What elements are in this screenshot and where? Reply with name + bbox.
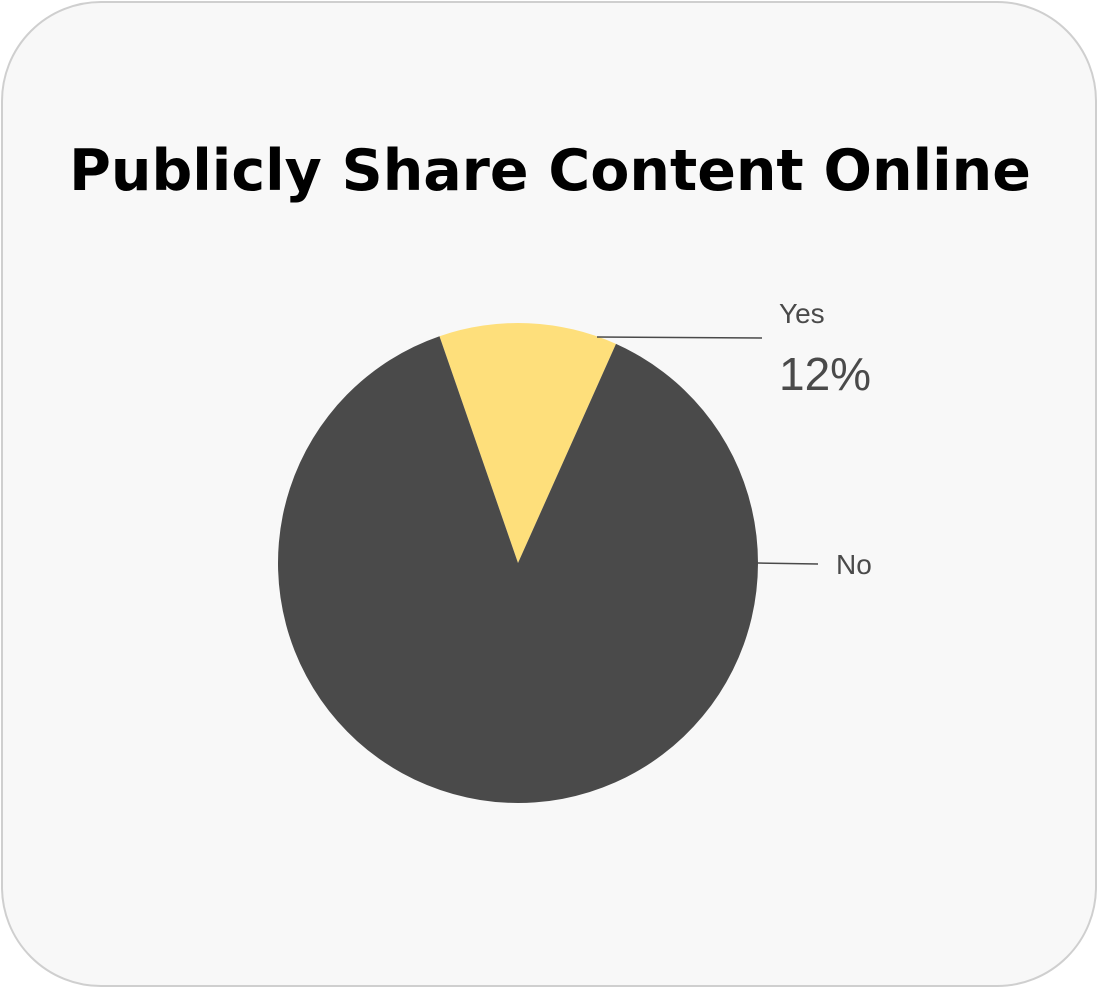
slice-label-yes: Yes [779, 298, 825, 329]
pie-chart: Yes 12% No [278, 298, 872, 804]
slice-value-yes: 12% [779, 348, 871, 400]
leader-line-no [757, 562, 819, 565]
leader-line-yes [596, 336, 763, 339]
pie-slices [278, 323, 758, 804]
slice-label-no: No [836, 549, 872, 580]
